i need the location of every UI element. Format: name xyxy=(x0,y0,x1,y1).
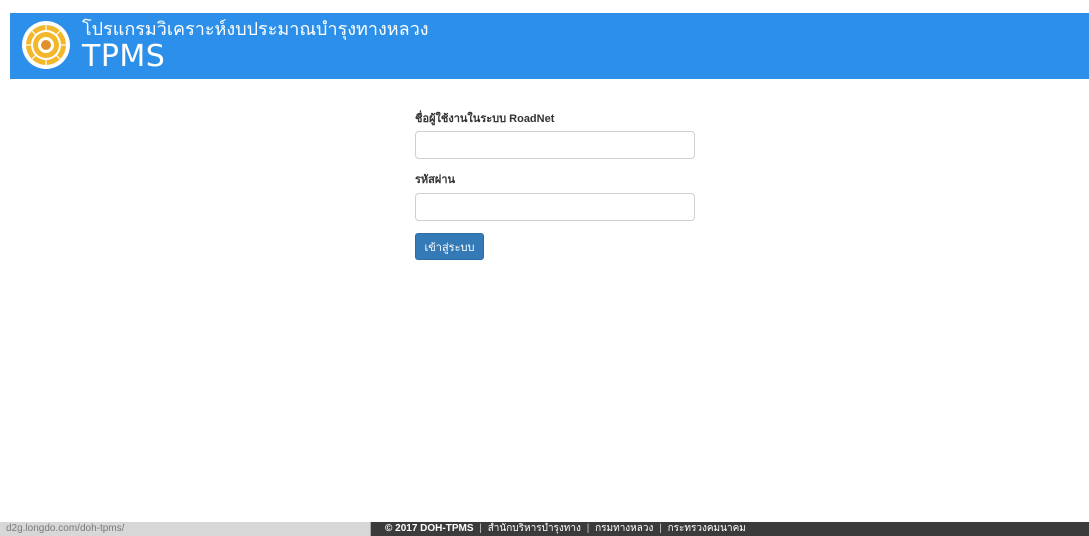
username-input[interactable] xyxy=(415,131,695,159)
app-title[interactable]: TPMS xyxy=(82,39,165,75)
password-label: รหัสผ่าน xyxy=(415,174,456,186)
page: โปรแกรมวิเคราะห์งบประมาณบำรุงทางหลวง TPM… xyxy=(0,0,1089,536)
status-bar-url: d2g.longdo.com/doh-tpms/ xyxy=(0,522,371,536)
footer-links: © 2017 DOH-TPMS | สำนักบริหารบำรุงทาง | … xyxy=(385,522,746,536)
login-button[interactable]: เข้าสู่ระบบ xyxy=(415,233,484,260)
footer-link-department-of-highways[interactable]: กรมทางหลวง xyxy=(595,523,653,534)
app-subtitle: โปรแกรมวิเคราะห์งบประมาณบำรุงทางหลวง xyxy=(82,19,429,40)
doh-emblem-icon[interactable] xyxy=(22,21,70,69)
emblem-graphic xyxy=(26,25,66,65)
footer-separator: | xyxy=(586,523,590,534)
copyright-text: © 2017 DOH-TPMS xyxy=(385,523,474,534)
username-label: ชื่อผู้ใช้งานในระบบ RoadNet xyxy=(415,113,555,125)
header-bar: โปรแกรมวิเคราะห์งบประมาณบำรุงทางหลวง TPM… xyxy=(10,13,1089,79)
footer-separator: | xyxy=(659,523,662,534)
footer-separator: | xyxy=(479,523,482,534)
footer-link-maintenance-bureau[interactable]: สำนักบริหารบำรุงทาง xyxy=(488,523,581,534)
password-input[interactable] xyxy=(415,193,695,221)
footer-link-ministry-of-transport[interactable]: กระทรวงคมนาคม xyxy=(668,523,746,534)
footer-bar: d2g.longdo.com/doh-tpms/ © 2017 DOH-TPMS… xyxy=(0,522,1089,536)
login-form: ชื่อผู้ใช้งานในระบบ RoadNet รหัสผ่าน เข้… xyxy=(415,112,696,260)
